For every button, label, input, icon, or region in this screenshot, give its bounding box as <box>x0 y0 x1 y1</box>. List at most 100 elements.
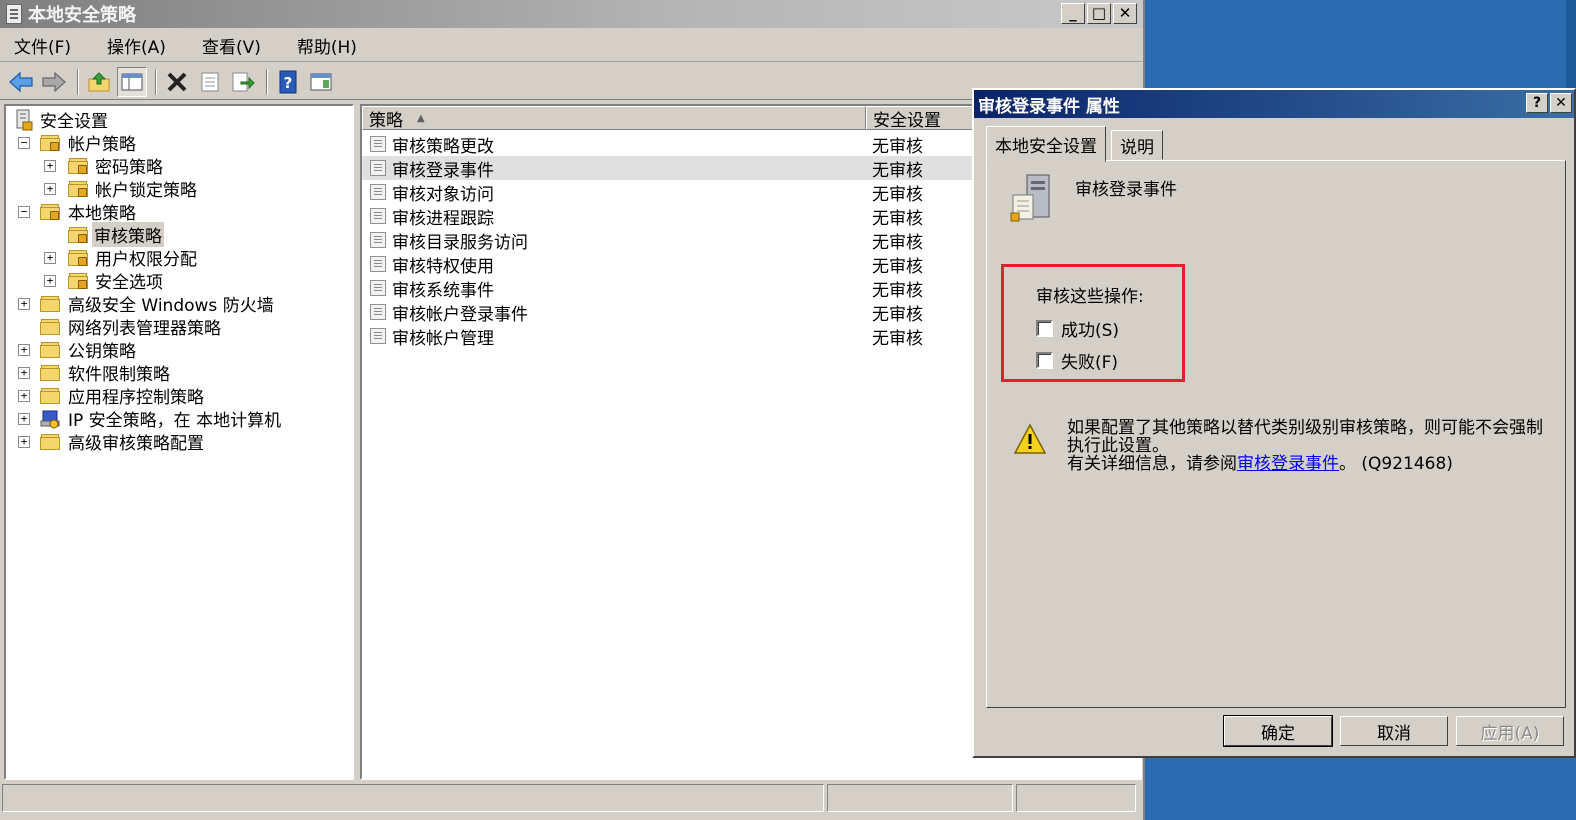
locked-folder-icon <box>68 272 88 289</box>
folder-icon <box>40 364 60 381</box>
action-pane-icon <box>310 73 332 90</box>
policy-name: 审核对象访问 <box>392 184 494 205</box>
policy-name: 审核特权使用 <box>392 256 494 277</box>
minimize-button[interactable]: _ <box>1061 3 1085 24</box>
status-bar <box>2 784 1142 814</box>
tab-local-security-setting[interactable]: 本地安全设置 <box>986 126 1106 162</box>
folder-icon <box>40 295 60 312</box>
failure-label[interactable]: 失败(F) <box>1061 348 1118 373</box>
column-header-policy[interactable]: 策略 ▲ <box>362 106 866 131</box>
tree-label: IP 安全策略，在 本地计算机 <box>68 411 282 431</box>
expand-icon[interactable]: + <box>44 251 56 264</box>
help-book-icon: ? <box>279 70 297 93</box>
svg-text:?: ? <box>284 74 293 92</box>
policy-icon <box>370 256 386 272</box>
policy-name: 审核系统事件 <box>392 280 494 301</box>
status-cell <box>1016 784 1136 812</box>
locked-folder-icon <box>68 226 88 243</box>
menu-view[interactable]: 查看(V) <box>196 31 267 60</box>
expand-icon[interactable]: + <box>44 182 56 195</box>
policy-icon <box>370 304 386 320</box>
folder-icon <box>40 387 60 404</box>
collapse-icon[interactable]: − <box>18 136 30 149</box>
tree-label: 帐户锁定策略 <box>95 181 197 201</box>
policy-icon <box>370 280 386 296</box>
back-button[interactable] <box>6 67 36 97</box>
policy-icon <box>370 232 386 248</box>
expand-icon[interactable]: + <box>18 412 30 425</box>
dialog-help-button[interactable]: ? <box>1526 93 1548 113</box>
properties-icon <box>201 72 219 91</box>
ok-button[interactable]: 确定 <box>1223 715 1333 747</box>
delete-x-icon <box>167 72 187 91</box>
toolbar-separator <box>77 68 79 95</box>
warning-text-suffix: 。 (Q921468) <box>1339 454 1453 474</box>
maximize-button[interactable]: □ <box>1087 3 1111 24</box>
menu-action[interactable]: 操作(A) <box>101 31 172 60</box>
toolbar-separator <box>266 68 268 95</box>
warning-text-line1: 如果配置了其他策略以替代类别级别审核策略，则可能不会强制执行此设置。 <box>1067 418 1543 456</box>
server-policy-icon <box>1010 174 1050 222</box>
warning-icon <box>1013 423 1047 454</box>
failure-checkbox[interactable] <box>1036 351 1053 369</box>
tree-label: 应用程序控制策略 <box>68 388 204 408</box>
locked-folder-icon <box>68 180 88 197</box>
properties-button[interactable] <box>195 67 225 97</box>
success-option[interactable]: 成功(S) <box>1036 316 1119 341</box>
dialog-close-button[interactable]: ✕ <box>1550 93 1572 113</box>
collapse-icon[interactable]: − <box>18 205 30 218</box>
tree-label: 安全设置 <box>40 112 108 132</box>
failure-option[interactable]: 失败(F) <box>1036 348 1118 373</box>
policy-setting: 无审核 <box>872 232 923 253</box>
expand-icon[interactable]: + <box>18 297 30 310</box>
dialog-titlebar[interactable]: 审核登录事件 属性 ? ✕ <box>974 90 1574 118</box>
success-label[interactable]: 成功(S) <box>1061 316 1119 341</box>
cancel-button[interactable]: 取消 <box>1340 716 1448 746</box>
console-tree-icon <box>121 73 143 90</box>
expand-icon[interactable]: + <box>18 366 30 379</box>
toolbar-separator <box>155 68 157 95</box>
tree-label: 帐户策略 <box>68 135 136 155</box>
expand-icon[interactable]: + <box>18 389 30 402</box>
close-button[interactable]: ✕ <box>1113 3 1137 24</box>
forward-button[interactable] <box>39 67 69 97</box>
expand-icon[interactable]: + <box>44 159 56 172</box>
expand-icon[interactable]: + <box>18 343 30 356</box>
tree-label: 密码策略 <box>95 158 163 178</box>
policy-name: 审核登录事件 <box>392 160 494 181</box>
locked-folder-icon <box>40 134 60 151</box>
export-list-button[interactable] <box>228 67 258 97</box>
audit-options-group: 审核这些操作: 成功(S) 失败(F) <box>1001 264 1185 382</box>
policy-setting: 无审核 <box>872 160 923 181</box>
menu-bar: 文件(F) 操作(A) 查看(V) 帮助(H) <box>0 30 1143 62</box>
console-tree[interactable]: 安全设置 − 帐户策略 + 密码策略 + 帐户锁定策略 − 本地策略 审核策略 … <box>4 104 354 780</box>
tree-label: 软件限制策略 <box>68 365 170 385</box>
up-one-level-button[interactable] <box>84 67 114 97</box>
ip-security-icon <box>40 410 60 428</box>
show-action-pane-button[interactable] <box>306 67 336 97</box>
delete-button[interactable] <box>162 67 192 97</box>
help-button[interactable]: ? <box>273 67 303 97</box>
audit-actions-label: 审核这些操作: <box>1036 287 1144 307</box>
dialog-title: 审核登录事件 属性 <box>978 96 1120 117</box>
column-header-label: 安全设置 <box>873 110 941 131</box>
expand-icon[interactable]: + <box>44 274 56 287</box>
success-checkbox[interactable] <box>1036 319 1053 337</box>
policy-name: 审核帐户管理 <box>392 328 494 349</box>
show-hide-tree-button[interactable] <box>117 66 147 97</box>
export-icon <box>232 72 255 91</box>
security-policy-app-icon <box>6 4 22 24</box>
help-link[interactable]: 审核登录事件 <box>1237 454 1339 474</box>
expand-icon[interactable]: + <box>18 435 30 448</box>
forward-arrow-icon <box>42 71 66 92</box>
menu-file[interactable]: 文件(F) <box>8 31 77 60</box>
policy-setting: 无审核 <box>872 328 923 349</box>
warning-text-line2: 有关详细信息，请参阅审核登录事件。 (Q921468) <box>1067 455 1547 473</box>
policy-setting: 无审核 <box>872 208 923 229</box>
apply-button[interactable]: 应用(A) <box>1456 716 1564 746</box>
tab-explain[interactable]: 说明 <box>1111 130 1163 160</box>
menu-help[interactable]: 帮助(H) <box>291 31 363 60</box>
desktop-background <box>1566 0 1576 90</box>
tree-label: 公钥策略 <box>68 342 136 362</box>
main-titlebar[interactable]: 本地安全策略 _ □ ✕ <box>0 0 1143 28</box>
